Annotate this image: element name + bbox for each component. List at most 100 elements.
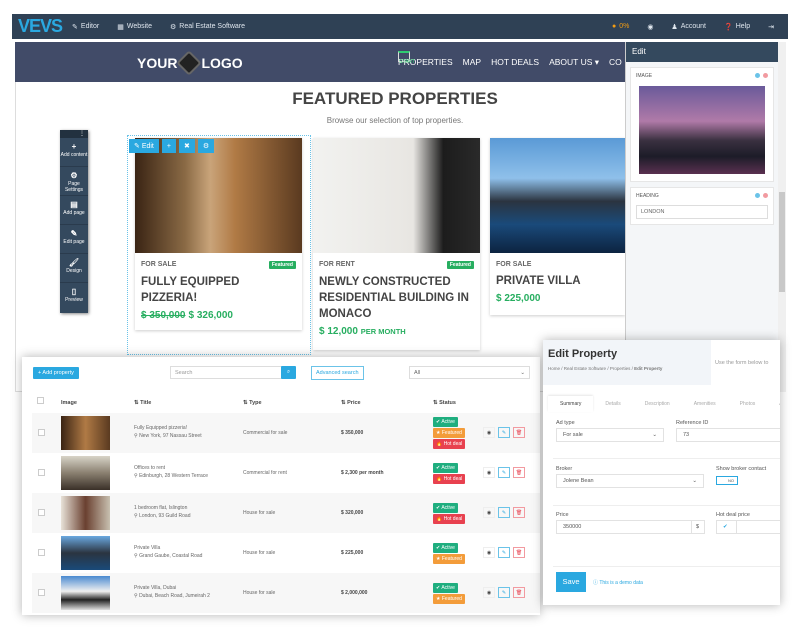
show-contact-toggle[interactable]: NO (716, 476, 738, 485)
property-title[interactable]: FULLY EQUIPPED PIZZERIA! (141, 274, 296, 306)
remove-block-button[interactable]: ✖ (178, 139, 195, 153)
row-checkbox[interactable] (38, 589, 45, 596)
table-row[interactable]: Private Villa, Dubai ⚲ Dubai, Beach Road,… (32, 573, 540, 613)
tab-ad[interactable]: Ad (767, 396, 780, 412)
row-thumbnail[interactable] (61, 416, 110, 450)
hot-deal-checkbox[interactable]: ✔ (716, 520, 737, 534)
reference-id-input[interactable]: 73 (676, 428, 780, 442)
vevs-logo[interactable]: VEVS (18, 16, 63, 37)
brush-icon: 🖌 (68, 258, 80, 267)
delete-icon[interactable]: 🗑 (513, 507, 525, 518)
edit-property-title: Edit Property (548, 348, 618, 360)
row-checkbox[interactable] (38, 469, 45, 476)
search-icon[interactable]: ⌕ (281, 366, 296, 379)
site-logo[interactable]: YOUR LOGO (137, 50, 243, 76)
header-type[interactable]: ⇅ Type (243, 400, 262, 406)
property-card[interactable]: FOR SALE Featured FULLY EQUIPPED PIZZERIA… (135, 138, 302, 330)
breadcrumb-properties[interactable]: Properties (610, 366, 631, 371)
logout-icon[interactable]: ⇥ (768, 23, 774, 31)
edit-icon[interactable]: ✎ (498, 547, 510, 558)
hot-deal-price-input[interactable] (736, 520, 780, 534)
nav-map[interactable]: MAP (463, 57, 481, 68)
drag-handle[interactable]: ⋮ (60, 130, 88, 138)
image-label: IMAGE (636, 73, 653, 79)
tab-summary[interactable]: Summary (548, 396, 594, 412)
price-input[interactable]: 350000 (556, 520, 692, 534)
software-link[interactable]: ⚙ Real Estate Software (170, 23, 245, 31)
table-row[interactable]: Offices to rent ⚲ Edinburgh, 28 Western T… (32, 453, 540, 493)
save-button[interactable]: Save (556, 572, 586, 592)
table-row[interactable]: Fully Equipped pizzeria! ⚲ New York, 97 N… (32, 413, 540, 453)
scrollbar-thumb[interactable] (779, 192, 785, 292)
tab-details[interactable]: Details (593, 396, 632, 412)
row-thumbnail[interactable] (61, 576, 110, 610)
editor-link[interactable]: ✎ Editor (72, 23, 99, 31)
property-card[interactable]: FOR SALE PRIVATE VILLA $ 225,000 (490, 138, 625, 315)
ad-type-select[interactable]: For sale ⌄ (556, 428, 664, 442)
eye-icon[interactable] (763, 73, 768, 78)
nav-contact[interactable]: CO (609, 57, 622, 68)
add-page-button[interactable]: ▤ Add page (60, 196, 88, 225)
table-row[interactable]: Private Villa ⚲ Grand Gaube, Coastal Road… (32, 533, 540, 573)
london-image[interactable] (639, 86, 765, 174)
select-all-checkbox[interactable] (37, 397, 44, 404)
row-thumbnail[interactable] (61, 496, 110, 530)
delete-icon[interactable]: 🗑 (513, 547, 525, 558)
row-thumbnail[interactable] (61, 456, 110, 490)
breadcrumb-software[interactable]: Real Estate Software (564, 366, 606, 371)
nav-hot-deals[interactable]: HOT DEALS (491, 57, 539, 68)
add-block-button[interactable]: + (161, 139, 176, 153)
edit-block-button[interactable]: ✎ Edit (129, 139, 159, 153)
broker-select[interactable]: Jolene Bean ⌄ (556, 474, 704, 488)
header-price[interactable]: ⇅ Price (341, 400, 361, 406)
view-icon[interactable]: ◉ (483, 587, 495, 598)
nav-start[interactable]: START (398, 51, 415, 65)
row-title: Private Villa, Dubai ⚲ Dubai, Beach Road,… (134, 585, 210, 599)
edit-icon[interactable]: ✎ (498, 507, 510, 518)
header-title[interactable]: ⇅ Title (134, 400, 151, 406)
property-title[interactable]: PRIVATE VILLA (496, 273, 619, 289)
tab-photos[interactable]: Photos (728, 396, 768, 412)
edit-icon[interactable]: ✎ (498, 427, 510, 438)
edit-icon[interactable]: ✎ (498, 587, 510, 598)
preview-button[interactable]: ▯ Preview (60, 283, 88, 312)
view-icon[interactable]: ◉ (483, 467, 495, 478)
delete-icon[interactable]: 🗑 (513, 587, 525, 598)
advanced-search-button[interactable]: Advanced search (311, 366, 364, 380)
settings-icon[interactable] (755, 73, 760, 78)
delete-icon[interactable]: 🗑 (513, 427, 525, 438)
edit-page-button[interactable]: ✎ Edit page (60, 225, 88, 254)
header-status[interactable]: ⇅ Status (433, 400, 456, 406)
row-checkbox[interactable] (38, 509, 45, 516)
heading-input[interactable]: LONDON (636, 205, 768, 219)
delete-icon[interactable]: 🗑 (513, 467, 525, 478)
design-button[interactable]: 🖌 Design (60, 254, 88, 283)
view-icon[interactable]: ◉ (483, 547, 495, 558)
add-property-button[interactable]: + Add property (33, 367, 79, 379)
filter-select[interactable]: All ⌄ (409, 366, 530, 379)
eye-icon[interactable] (763, 193, 768, 198)
page-settings-button[interactable]: ⚙ Page Settings (60, 167, 88, 196)
table-row[interactable]: 1 bedroom flat, Islington ⚲ London, 93 Gu… (32, 493, 540, 533)
eye-icon[interactable]: ◉ (647, 23, 653, 31)
website-link[interactable]: ▦ Website (117, 23, 152, 31)
view-icon[interactable]: ◉ (483, 507, 495, 518)
search-input[interactable]: Search (170, 366, 282, 379)
add-content-button[interactable]: + Add content (60, 138, 88, 167)
account-link[interactable]: ♟ Account (671, 23, 706, 31)
progress-indicator[interactable]: ● 0% (612, 23, 629, 31)
tab-amenities[interactable]: Amenities (682, 396, 728, 412)
help-link[interactable]: ❓ Help (724, 23, 750, 31)
tab-description[interactable]: Description (633, 396, 682, 412)
row-checkbox[interactable] (38, 429, 45, 436)
block-settings-button[interactable]: ⚙ (197, 139, 215, 153)
property-title[interactable]: NEWLY CONSTRUCTED RESIDENTIAL BUILDING I… (319, 274, 474, 322)
edit-icon[interactable]: ✎ (498, 467, 510, 478)
property-card[interactable]: FOR RENT Featured NEWLY CONSTRUCTED RESID… (313, 138, 480, 350)
view-icon[interactable]: ◉ (483, 427, 495, 438)
settings-icon[interactable] (755, 193, 760, 198)
nav-about-us[interactable]: ABOUT US ▾ (549, 57, 599, 68)
row-checkbox[interactable] (38, 549, 45, 556)
row-thumbnail[interactable] (61, 536, 110, 570)
breadcrumb-home[interactable]: Home (548, 366, 560, 371)
